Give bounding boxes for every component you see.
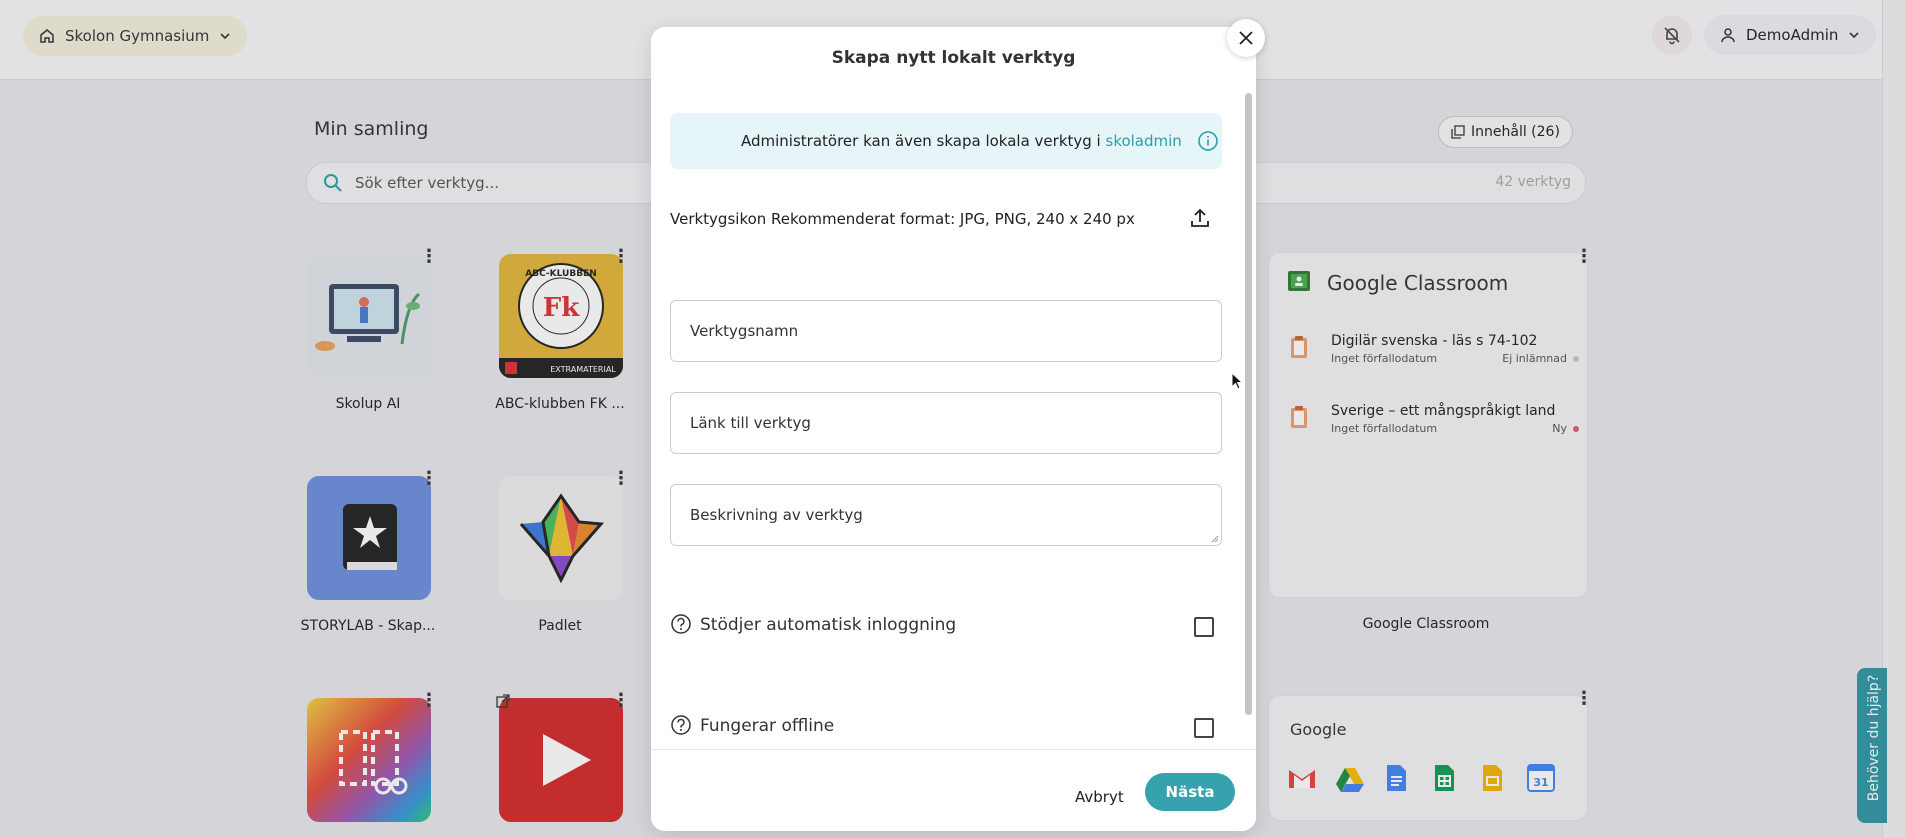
info-message: Administratörer kan även skapa lokala ve… [741, 132, 1106, 150]
modal-scrollbar[interactable] [1245, 93, 1252, 715]
close-icon [1239, 31, 1253, 45]
modal-title: Skapa nytt lokalt verktyg [831, 48, 1076, 68]
close-modal-button[interactable] [1227, 19, 1265, 57]
next-button[interactable]: Nästa [1145, 773, 1235, 811]
skoladmin-link[interactable]: skoladmin [1106, 132, 1182, 150]
info-text: Administratörer kan även skapa lokala ve… [741, 132, 1182, 150]
auto-login-checkbox[interactable] [1194, 617, 1214, 637]
offline-row: Fungerar offline [670, 714, 1222, 740]
help-circle-icon[interactable] [670, 613, 692, 635]
tool-link-placeholder: Länk till verktyg [690, 414, 811, 432]
auto-login-row: Stödjer automatisk inloggning [670, 613, 1222, 639]
info-banner: Administratörer kan även skapa lokala ve… [670, 113, 1222, 169]
help-circle-icon[interactable] [670, 714, 692, 736]
tool-icon-label: Verktygsikon Rekommenderat format: JPG, … [670, 210, 1135, 228]
tool-description-placeholder: Beskrivning av verktyg [690, 506, 863, 524]
tool-name-field[interactable]: Verktygsnamn [670, 300, 1222, 362]
create-tool-modal: Skapa nytt lokalt verktyg Administratöre… [651, 27, 1256, 831]
info-icon [1198, 131, 1218, 151]
modal-footer: Avbryt Nästa [651, 749, 1256, 831]
tool-name-placeholder: Verktygsnamn [690, 322, 799, 340]
offline-checkbox[interactable] [1194, 718, 1214, 738]
auto-login-label: Stödjer automatisk inloggning [700, 615, 957, 635]
tool-link-field[interactable]: Länk till verktyg [670, 392, 1222, 454]
upload-icon[interactable] [1189, 207, 1211, 229]
mouse-cursor-icon [1231, 372, 1243, 390]
tool-description-field[interactable]: Beskrivning av verktyg [670, 484, 1222, 546]
resize-handle-icon[interactable] [1211, 535, 1219, 543]
cancel-button[interactable]: Avbryt [1075, 788, 1124, 806]
offline-label: Fungerar offline [700, 716, 835, 736]
